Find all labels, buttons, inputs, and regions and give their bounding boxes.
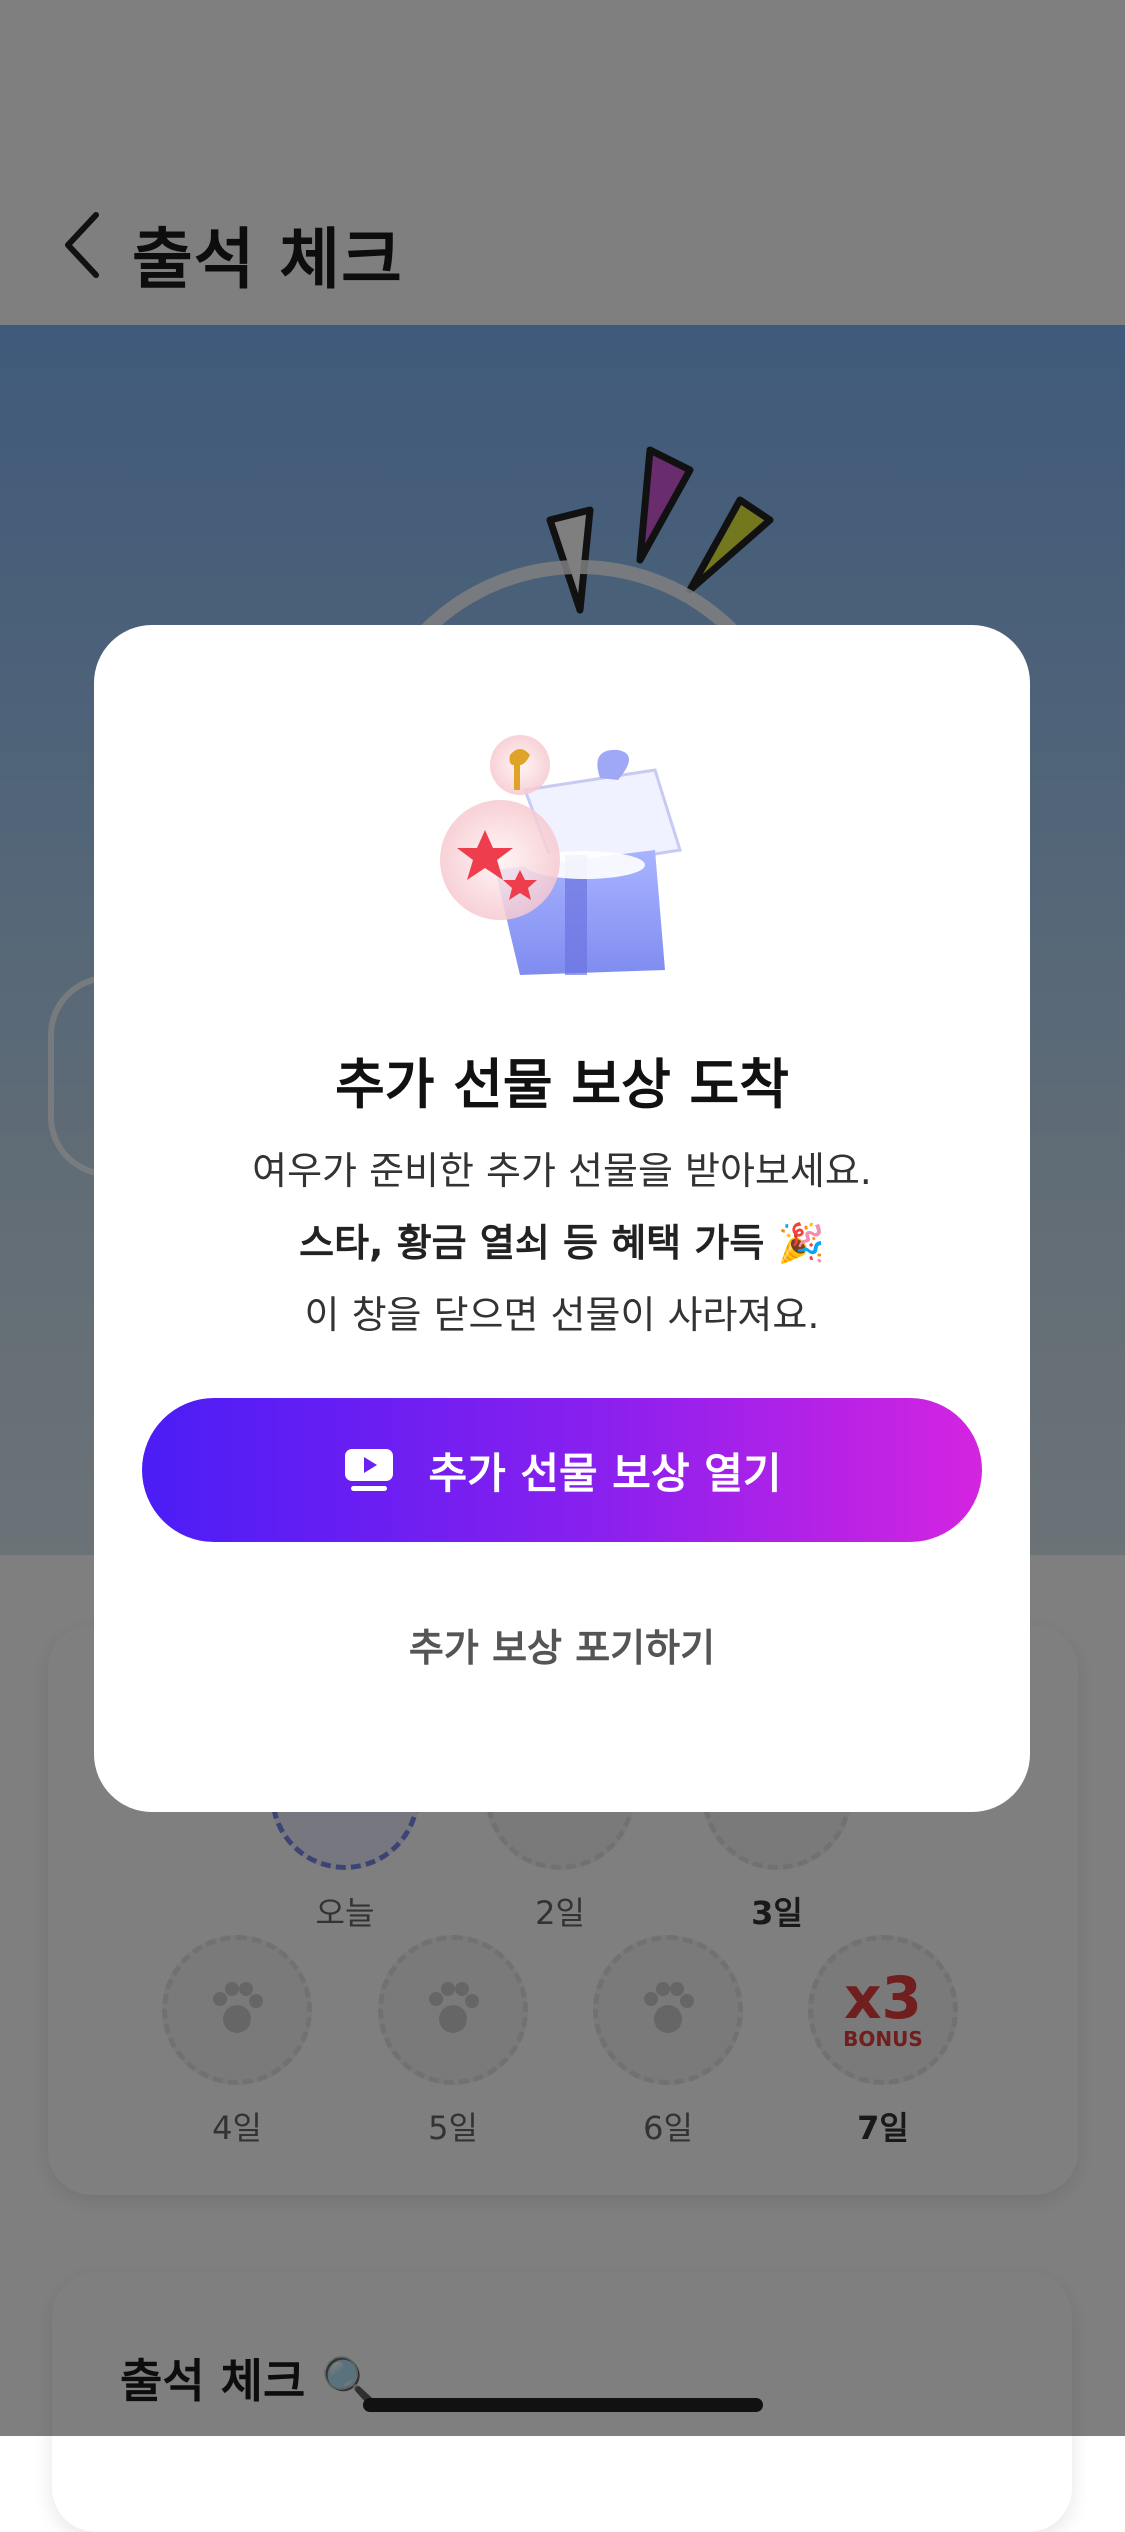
- open-reward-label: 추가 선물 보상 열기: [428, 1448, 782, 1498]
- modal-description-line3: 이 창을 닫으면 선물이 사라져요.: [304, 1293, 820, 1337]
- modal-title: 추가 선물 보상 도착: [335, 1053, 789, 1116]
- gift-box-icon: [440, 735, 682, 975]
- open-reward-button[interactable]: 추가 선물 보상 열기: [142, 1398, 982, 1542]
- modal-description-line1: 여우가 준비한 추가 선물을 받아보세요.: [252, 1149, 872, 1193]
- decline-reward-button[interactable]: 추가 보상 포기하기: [94, 1617, 1030, 1672]
- home-indicator[interactable]: [363, 2398, 763, 2412]
- video-play-icon: [344, 1449, 393, 1491]
- modal-description-line2: 스타, 황금 열쇠 등 혜택 가득 🎉: [299, 1221, 825, 1265]
